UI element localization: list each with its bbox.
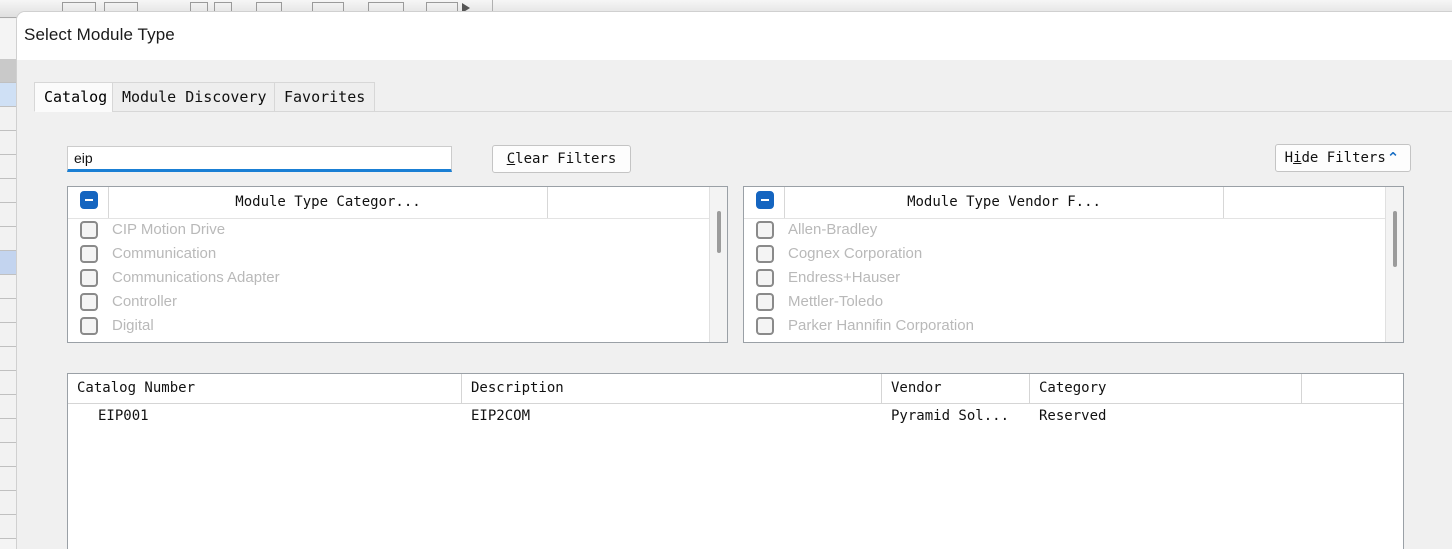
list-item[interactable]: Communication [68,243,727,267]
list-item-label: Cognex Corporation [788,243,922,267]
module-type-category-filter-panel: Module Type Categor... CIP Motion Drive … [67,186,728,343]
scrollbar-thumb[interactable] [1393,211,1397,267]
checkbox[interactable] [80,245,98,263]
module-type-vendor-filter-panel: Module Type Vendor F... Allen-Bradley Co… [743,186,1404,343]
dialog-titlebar: Select Module Type [17,12,1452,60]
clear-filters-button[interactable]: Clear Filters [492,145,631,173]
list-item-label: Digital [112,315,154,339]
category-filter-header: Module Type Categor... [68,187,727,219]
list-item[interactable]: Digital [68,315,727,339]
hide-filters-prefix: H [1285,150,1293,166]
clear-filters-label: lear Filters [515,151,616,167]
hide-filters-mnemonic: i [1293,150,1301,166]
tab-catalog[interactable]: Catalog [34,82,117,112]
category-filter-list: CIP Motion Drive Communication Communica… [68,219,727,343]
tab-strip: Catalog Module Discovery Favorites [34,82,1452,112]
checkbox[interactable] [80,221,98,239]
column-header-catalog-number[interactable]: Catalog Number [68,374,462,403]
hide-filters-label: de Filters [1302,150,1386,166]
list-item[interactable]: CIP Motion Drive [68,219,727,243]
checkbox[interactable] [756,317,774,335]
vendor-filter-header: Module Type Vendor F... [744,187,1403,219]
column-header-spacer[interactable] [1302,374,1404,403]
dialog-title: Select Module Type [24,25,175,45]
hide-filters-button[interactable]: Hide Filters⌃ [1275,144,1411,172]
select-module-type-dialog: Select Module Type Catalog Module Discov… [16,11,1452,549]
column-header-description[interactable]: Description [462,374,882,403]
dialog-body: Catalog Module Discovery Favorites Clear… [17,60,1452,549]
list-item-label: Mettler-Toledo [788,291,883,315]
checkbox[interactable] [756,221,774,239]
checkbox[interactable] [80,317,98,335]
tab-module-discovery[interactable]: Module Discovery [112,82,277,112]
chevron-up-icon: ⌃ [1387,151,1400,166]
checkbox[interactable] [756,269,774,287]
search-input[interactable] [67,146,452,172]
list-item[interactable]: Mettler-Toledo [744,291,1403,315]
checkbox[interactable] [756,245,774,263]
list-item-label: Communication [112,243,216,267]
vendor-column-header[interactable]: Module Type Vendor F... [784,187,1224,218]
vendor-scrollbar[interactable] [1385,187,1403,342]
cell-catalog-number: EIP001 [98,404,462,428]
list-item-label: Communications Adapter [112,267,280,291]
list-item-label: Endress+Hauser [788,267,900,291]
list-item-label: Controller [112,291,177,315]
cell-category: Reserved [1039,404,1302,428]
list-item[interactable]: Communications Adapter [68,267,727,291]
vendor-select-all-checkbox[interactable] [756,191,774,209]
checkbox[interactable] [80,269,98,287]
cell-vendor: Pyramid Sol... [891,404,1030,428]
tab-favorites[interactable]: Favorites [274,82,375,112]
checkbox[interactable] [756,293,774,311]
list-item[interactable]: Controller [68,291,727,315]
category-select-all-checkbox[interactable] [80,191,98,209]
list-item[interactable]: Allen-Bradley [744,219,1403,243]
table-row[interactable]: EIP001 EIP2COM Pyramid Sol... Reserved [68,404,1403,430]
module-results-table: Catalog Number Description Vendor Catego… [67,373,1404,549]
checkbox[interactable] [80,293,98,311]
vendor-filter-list: Allen-Bradley Cognex Corporation Endress… [744,219,1403,343]
category-column-header[interactable]: Module Type Categor... [108,187,548,218]
list-item[interactable]: Endress+Hauser [744,267,1403,291]
list-item-label: Allen-Bradley [788,219,877,243]
cell-description: EIP2COM [471,404,882,428]
list-item-label: CIP Motion Drive [112,219,225,243]
category-scrollbar[interactable] [709,187,727,342]
results-table-header: Catalog Number Description Vendor Catego… [68,374,1403,404]
column-header-vendor[interactable]: Vendor [882,374,1030,403]
clear-filters-mnemonic: C [507,151,515,167]
column-header-category[interactable]: Category [1030,374,1302,403]
scrollbar-thumb[interactable] [717,211,721,253]
list-item[interactable]: Cognex Corporation [744,243,1403,267]
list-item[interactable]: Parker Hannifin Corporation [744,315,1403,339]
list-item-label: Parker Hannifin Corporation [788,315,974,339]
